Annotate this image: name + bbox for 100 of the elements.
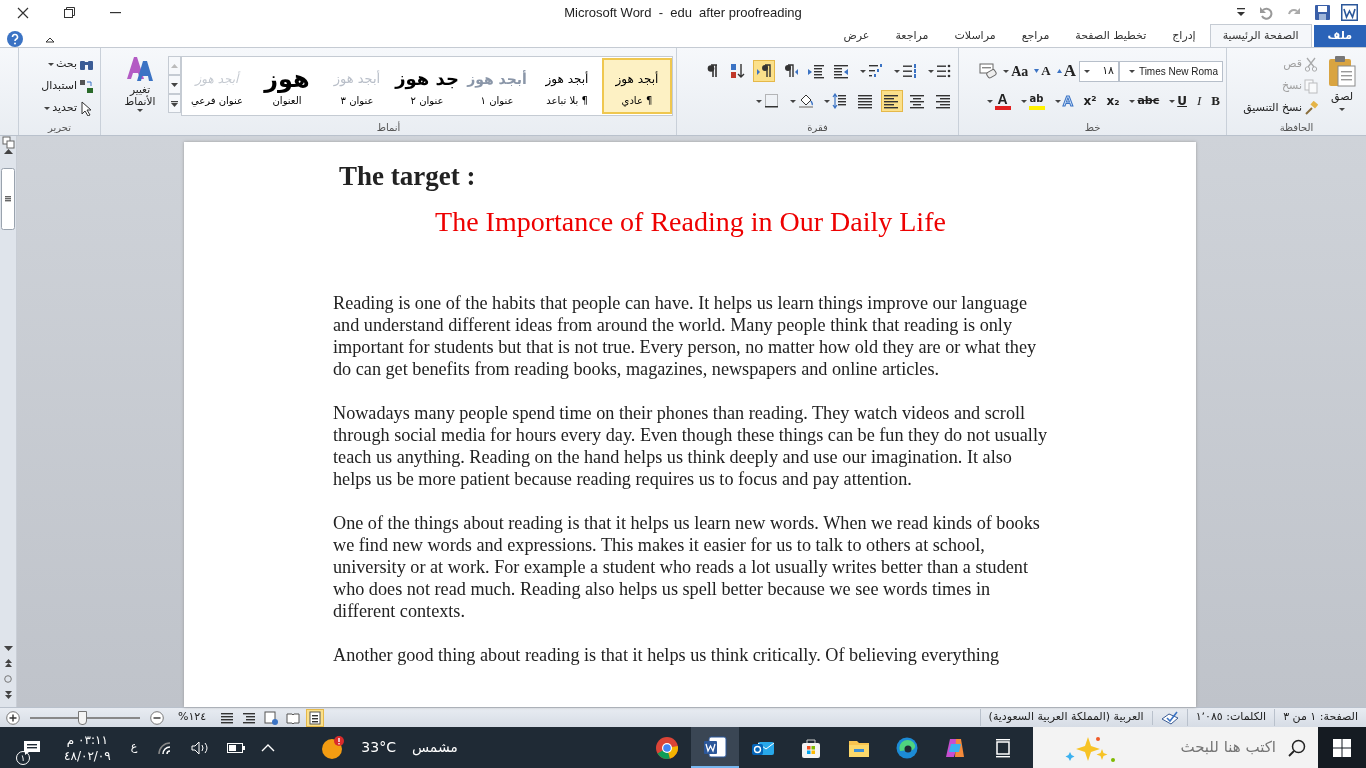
underline-button[interactable]: U — [1166, 90, 1190, 112]
change-case-button[interactable]: Aa — [1000, 60, 1032, 82]
notifications-button[interactable]: ١ — [16, 727, 48, 768]
style-gallery-item[interactable]: هوز العنوان — [252, 58, 322, 114]
align-right-icon — [936, 93, 952, 109]
subscript-button[interactable]: x₂ — [1103, 90, 1123, 112]
font-name-field[interactable]: Times New Roma — [1119, 60, 1223, 82]
replace-button[interactable]: استبدال — [38, 75, 97, 97]
caret-icon — [48, 62, 55, 66]
style-gallery-item[interactable]: أبجد هوز ¶ عادي — [602, 58, 672, 114]
help-icon — [7, 31, 23, 47]
ribbon-tab[interactable]: تخطيط الصفحة — [1063, 25, 1159, 47]
body-paragraph: One of the things about reading is that it helps us learn new words. When we read kinds of books we find new words and expressions. This makes it easier for us to talk to others at school, university or at work. For example a student who reads a lot usually writes better than a student who does not read much. Reading also helps us spell better because we see words times in different contexts. — [333, 512, 1041, 622]
bullet-list-icon — [936, 63, 952, 79]
caret-icon — [986, 99, 993, 103]
caret-icon — [1128, 69, 1135, 73]
brush-icon — [1304, 100, 1318, 116]
battery-icon[interactable] — [227, 742, 246, 753]
caret-icon — [756, 99, 762, 103]
more-icon — [171, 100, 178, 107]
bold-button[interactable]: B — [1208, 90, 1223, 112]
left-to-right-button[interactable] — [753, 60, 775, 82]
zoom-level[interactable]: %١٢٤ — [178, 709, 207, 726]
previous-page-icon — [4, 659, 12, 667]
sort-icon — [730, 63, 746, 79]
multilevel-list-icon — [868, 63, 884, 79]
grow-font-button[interactable]: A — [1053, 60, 1079, 82]
caret-icon — [1020, 99, 1027, 103]
ribbon-tab[interactable]: عرض — [831, 25, 882, 47]
ribbon-tab[interactable]: مراسلات — [942, 25, 1008, 47]
strikethrough-button[interactable]: abc — [1126, 90, 1163, 112]
word-count[interactable]: الكلمات: ١٬٠٨٥ — [1186, 709, 1275, 726]
style-gallery-item[interactable]: جد هوز عنوان ٢ — [392, 58, 462, 114]
group-label: خط — [1084, 121, 1101, 135]
caret-icon — [1129, 99, 1136, 103]
caret-icon — [928, 69, 934, 73]
style-gallery-item[interactable]: أبجد هوز ¶ بلا تباعد — [532, 58, 602, 114]
font-color-button[interactable]: A — [983, 90, 1014, 112]
arrow-up-icon — [1056, 69, 1062, 73]
keyboard-language[interactable]: ع — [130, 739, 138, 756]
clock[interactable]: ٠٣:١١ م ٤٨/٠٢/٠٩ — [64, 731, 111, 764]
paste-button[interactable]: لصق — [1321, 53, 1363, 119]
zoom-out-button[interactable] — [148, 708, 166, 727]
print-layout-icon — [308, 710, 323, 725]
slider-thumb[interactable] — [77, 710, 87, 725]
find-button[interactable]: بحث — [38, 53, 97, 75]
format-painter-button[interactable]: نسخ التنسيق — [1240, 97, 1321, 119]
zoom-in-button[interactable] — [4, 708, 22, 727]
search-field[interactable]: اكتب هنا للبحث — [1128, 735, 1278, 760]
highlight-button[interactable]: ab — [1017, 90, 1048, 112]
windows-logo-icon — [1333, 738, 1351, 757]
body-paragraph: Nowadays many people spend time on their phones than reading. They watch videos and scroll through social media for hours every day. Even though these things can be fun they do not usually teach us anything. Reading on the hand helps us think deeply and use our imagination. It also helps us be more patient because reading requires us to focus and pay attention. — [333, 402, 1049, 490]
sun-icon — [321, 735, 346, 760]
chrome-icon — [655, 735, 679, 760]
print-layout-view-button[interactable] — [306, 708, 325, 727]
ribbon-tab[interactable]: مراجع — [1009, 25, 1062, 47]
decrease-indent-icon — [834, 63, 850, 79]
gallery-down-button[interactable] — [168, 75, 181, 94]
scrollbar[interactable] — [0, 136, 17, 707]
caret-icon — [1054, 99, 1061, 103]
scroll-down-icon — [3, 646, 13, 651]
search-box[interactable]: اكتب هنا للبحث — [1033, 727, 1318, 768]
superscript-button[interactable]: x² — [1080, 90, 1100, 112]
paint-bucket-icon — [798, 93, 814, 109]
gallery-more-button[interactable] — [168, 94, 181, 113]
taskbar-app-button[interactable] — [691, 727, 739, 768]
clipboard-icon — [1328, 55, 1356, 87]
scissors-icon — [1304, 56, 1318, 72]
undo-icon — [1259, 5, 1273, 20]
change-styles-button[interactable]: تغيير الأنماط — [116, 53, 164, 119]
eraser-icon — [979, 63, 998, 79]
web-layout-view-button[interactable] — [262, 708, 281, 727]
file-tab[interactable]: ملف — [1313, 25, 1366, 47]
shrink-font-button[interactable]: A — [1031, 60, 1054, 82]
book-check-icon[interactable] — [1160, 710, 1179, 725]
style-gallery-item[interactable]: أبجد هوز عنوان ١ — [462, 58, 532, 114]
dropdown-icon — [1237, 8, 1245, 17]
triangle-down-icon — [171, 82, 178, 87]
ribbon-tab[interactable]: مراجعة — [883, 25, 941, 47]
select-button[interactable]: تحديد — [38, 97, 97, 119]
page-count[interactable]: الصفحة: ١ من ٣ — [1274, 709, 1366, 726]
ribbon-tab[interactable]: إدراج — [1160, 25, 1208, 47]
language-indicator[interactable]: العربية (المملكة العربية السعودية) — [979, 709, 1152, 726]
chevron-up-icon[interactable] — [261, 743, 276, 752]
style-gallery-item[interactable]: أبجد هوز عنوان فرعي — [182, 58, 252, 114]
ribbon-tab[interactable]: الصفحة الرئيسية — [1209, 24, 1312, 47]
pages-icon — [1304, 78, 1318, 94]
triangle-up-icon — [171, 63, 178, 68]
align-left-button[interactable] — [881, 90, 903, 112]
window-title: Microsoft Word - edu after proofreading — [563, 3, 803, 22]
word-logo-icon — [1341, 4, 1358, 21]
right-to-left-icon — [782, 63, 798, 79]
font-size-field[interactable]: ١٨ — [1079, 60, 1119, 82]
search-icon — [1288, 738, 1306, 757]
italic-button[interactable]: I — [1194, 90, 1205, 112]
replace-icon — [79, 78, 94, 94]
caret-icon — [1339, 107, 1345, 111]
start-button[interactable] — [1318, 727, 1366, 768]
style-gallery-item[interactable]: أبجد هوز عنوان ٣ — [322, 58, 392, 114]
body-paragraph: Another good thing about reading is that it helps us think critically. Of believing everything — [333, 644, 1001, 666]
